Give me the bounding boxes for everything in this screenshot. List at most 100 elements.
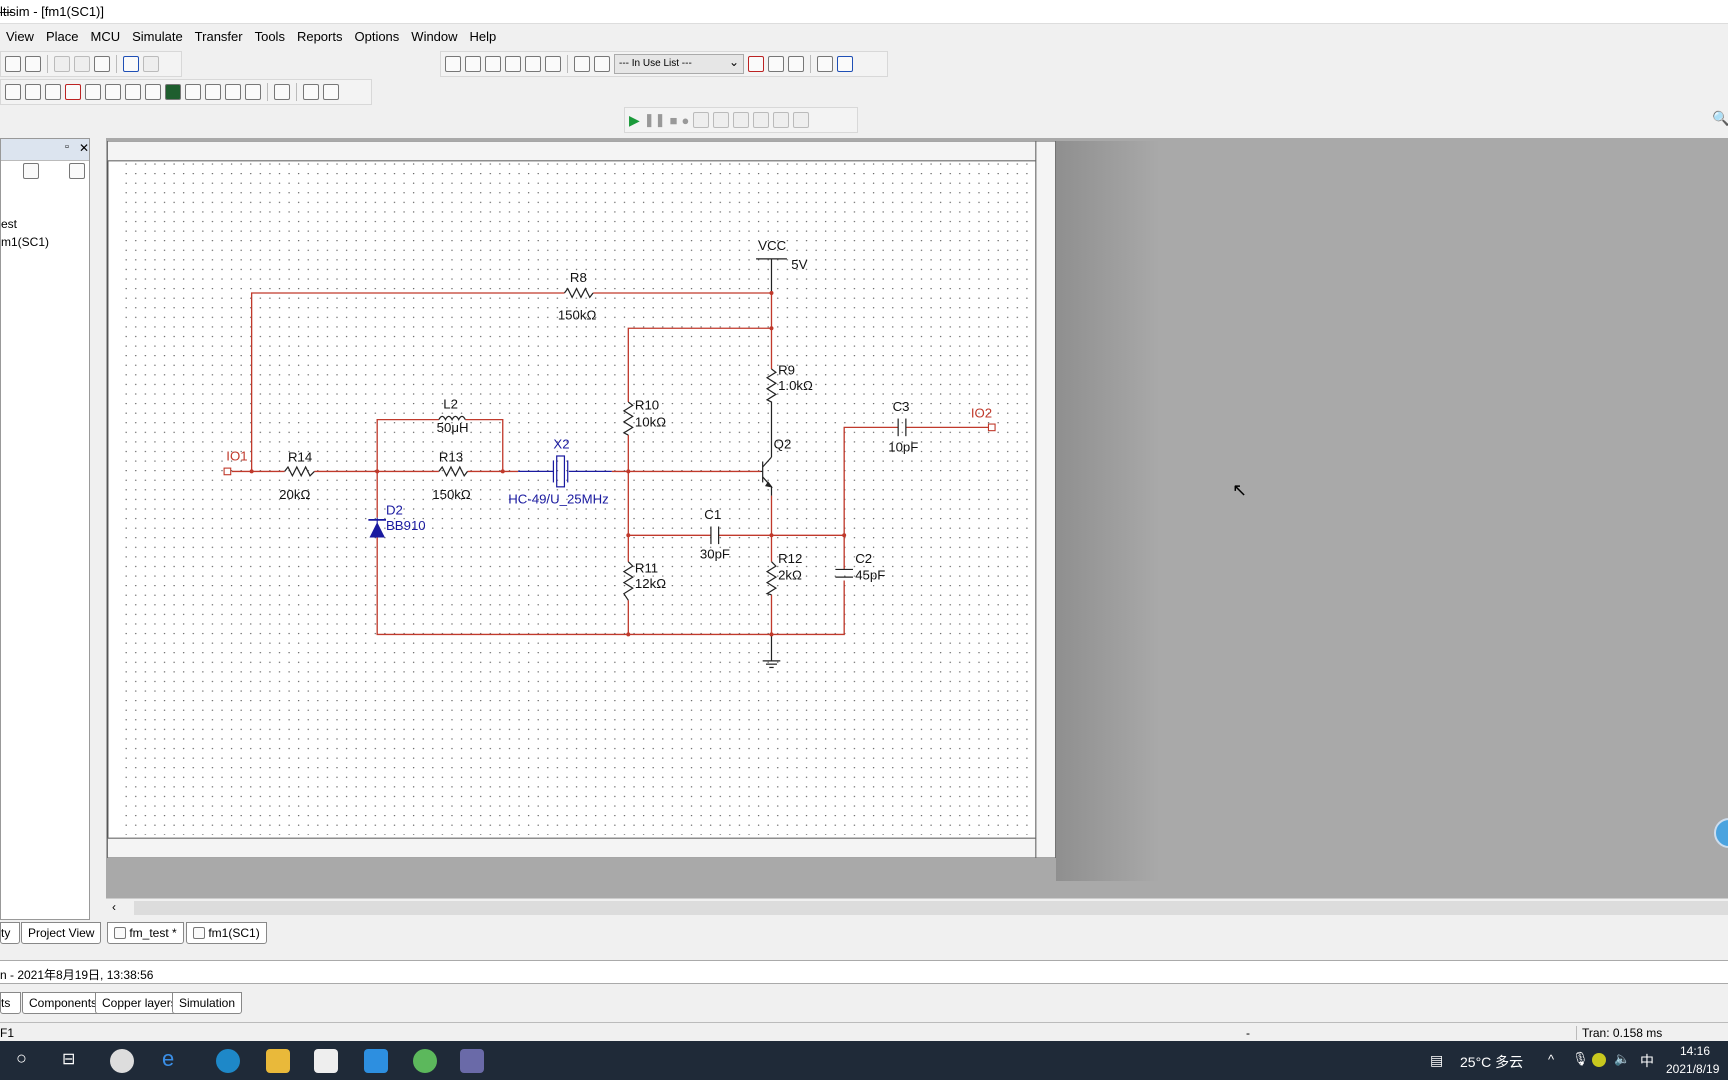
postprocessor-icon[interactable] [525, 56, 541, 72]
database-icon[interactable] [485, 56, 501, 72]
in-use-list-dropdown[interactable]: --- In Use List --- [614, 54, 744, 74]
mail-icon[interactable] [364, 1049, 388, 1073]
store-icon[interactable] [314, 1049, 338, 1073]
cut-icon[interactable] [54, 56, 70, 72]
tray-chevron-icon[interactable]: ^ [1548, 1052, 1554, 1067]
list-icon[interactable] [594, 56, 610, 72]
misc-icon[interactable] [145, 84, 161, 100]
cmos-icon[interactable] [125, 84, 141, 100]
close-panel-icon[interactable]: ✕ [79, 141, 89, 155]
horizontal-scrollbar[interactable]: ‹ [106, 898, 1728, 916]
tray-app-icon[interactable] [1592, 1053, 1606, 1067]
volume-icon[interactable]: 🔈 [1614, 1051, 1630, 1067]
rf-icon[interactable] [185, 84, 201, 100]
undo-icon[interactable] [123, 56, 139, 72]
back-annotate-icon[interactable] [768, 56, 784, 72]
components-icon[interactable] [574, 56, 590, 72]
design-toolbox-icon[interactable] [445, 56, 461, 72]
tab-project-view[interactable]: Project View [21, 922, 102, 944]
step-out-icon[interactable] [733, 112, 750, 128]
paste-icon[interactable] [94, 56, 110, 72]
forward-annotate-icon[interactable] [788, 56, 804, 72]
edge-icon[interactable] [216, 1049, 240, 1073]
file-explorer-icon[interactable] [266, 1049, 290, 1073]
transistor-icon[interactable] [65, 84, 81, 100]
source-icon[interactable] [5, 84, 21, 100]
pause-icon[interactable]: ❚❚ [644, 112, 666, 128]
minimize-button[interactable]: — [0, 4, 1718, 19]
scroll-left-icon[interactable]: ‹ [112, 900, 116, 914]
weather[interactable]: 25°C 多云 [1460, 1052, 1523, 1072]
r13-value: 150kΩ [432, 487, 471, 502]
basic-icon[interactable] [25, 84, 41, 100]
tab-components[interactable]: Components [22, 992, 105, 1014]
run-to-cursor-icon[interactable] [753, 112, 770, 128]
step-into-icon[interactable] [713, 112, 730, 128]
menu-simulate[interactable]: Simulate [126, 26, 189, 48]
bus-icon[interactable] [323, 84, 339, 100]
toolbox-icon[interactable] [23, 163, 39, 179]
print-icon[interactable] [5, 56, 21, 72]
tab-fm-test[interactable]: fm_test * [107, 922, 184, 944]
record-icon[interactable]: ● [681, 113, 689, 128]
ttl-icon[interactable] [105, 84, 121, 100]
clock-time[interactable]: 14:16 [1680, 1044, 1710, 1058]
menu-tools[interactable]: Tools [249, 26, 291, 48]
tab-simulation[interactable]: Simulation [172, 992, 243, 1014]
copy-icon[interactable] [74, 56, 90, 72]
menu-transfer[interactable]: Transfer [189, 26, 249, 48]
menu-window[interactable]: Window [405, 26, 463, 48]
print-preview-icon[interactable] [25, 56, 41, 72]
spreadsheet-icon[interactable] [465, 56, 481, 72]
port-io1[interactable] [223, 467, 232, 476]
indicator-icon[interactable] [165, 84, 181, 100]
step-icon[interactable] [693, 112, 710, 128]
grapher-icon[interactable] [505, 56, 521, 72]
menu-place[interactable]: Place [40, 26, 85, 48]
c1-value: 30pF [700, 546, 730, 561]
diode-icon[interactable] [45, 84, 61, 100]
menu-options[interactable]: Options [348, 26, 405, 48]
schematic[interactable]: VCC 5V R8 150kΩ R9 1.0kΩ R10 10kΩ R11 12… [107, 141, 1056, 858]
menu-reports[interactable]: Reports [291, 26, 349, 48]
ime-indicator[interactable]: 中 [1640, 1051, 1654, 1071]
connector-icon[interactable] [245, 84, 261, 100]
multisim-icon[interactable] [460, 1049, 484, 1073]
news-icon[interactable]: ▤ [1430, 1052, 1443, 1069]
clock-date[interactable]: 2021/8/19 [1666, 1062, 1719, 1076]
tab-visibility[interactable]: ty [0, 922, 20, 944]
port-io2[interactable] [987, 423, 996, 432]
erc-icon[interactable] [748, 56, 764, 72]
zoom-icon[interactable] [817, 56, 833, 72]
menu-view[interactable]: View [0, 26, 40, 48]
mic-icon[interactable]: 🎙 [1572, 1051, 1589, 1067]
tree-item-project[interactable]: est [1, 215, 49, 233]
analog-icon[interactable] [85, 84, 101, 100]
redo-icon[interactable] [143, 56, 159, 72]
toolbox-icon-2[interactable] [69, 163, 85, 179]
run-icon[interactable]: ▶ [629, 112, 640, 129]
zoom-in-icon[interactable]: 🔍 [1712, 110, 1728, 127]
help-icon[interactable] [837, 56, 853, 72]
breadboard-icon[interactable] [545, 56, 561, 72]
menu-help[interactable]: Help [464, 26, 503, 48]
search-icon[interactable]: ○ [16, 1048, 27, 1069]
ni-icon[interactable] [225, 84, 241, 100]
menu-mcu[interactable]: MCU [84, 26, 126, 48]
pin-icon[interactable]: ▫ [65, 141, 69, 153]
stop-icon[interactable]: ■ [670, 113, 678, 128]
browser-icon[interactable] [413, 1049, 437, 1073]
tab-results[interactable]: ts [0, 992, 21, 1014]
tab-fm1-sc1[interactable]: fm1(SC1) [186, 922, 267, 944]
mcu-icon[interactable] [274, 84, 290, 100]
remove-breakpoint-icon[interactable] [793, 112, 810, 128]
electromech-icon[interactable] [205, 84, 221, 100]
breakpoint-icon[interactable] [773, 112, 790, 128]
app-icon[interactable] [110, 1049, 134, 1073]
tab-copper-layers[interactable]: Copper layers [95, 992, 184, 1014]
scroll-thumb[interactable] [134, 901, 1728, 915]
tree-item-sheet[interactable]: m1(SC1) [1, 233, 49, 251]
ie-icon[interactable]: e [162, 1046, 186, 1071]
hierarchical-icon[interactable] [303, 84, 319, 100]
task-view-icon[interactable]: ⊟ [62, 1049, 75, 1069]
